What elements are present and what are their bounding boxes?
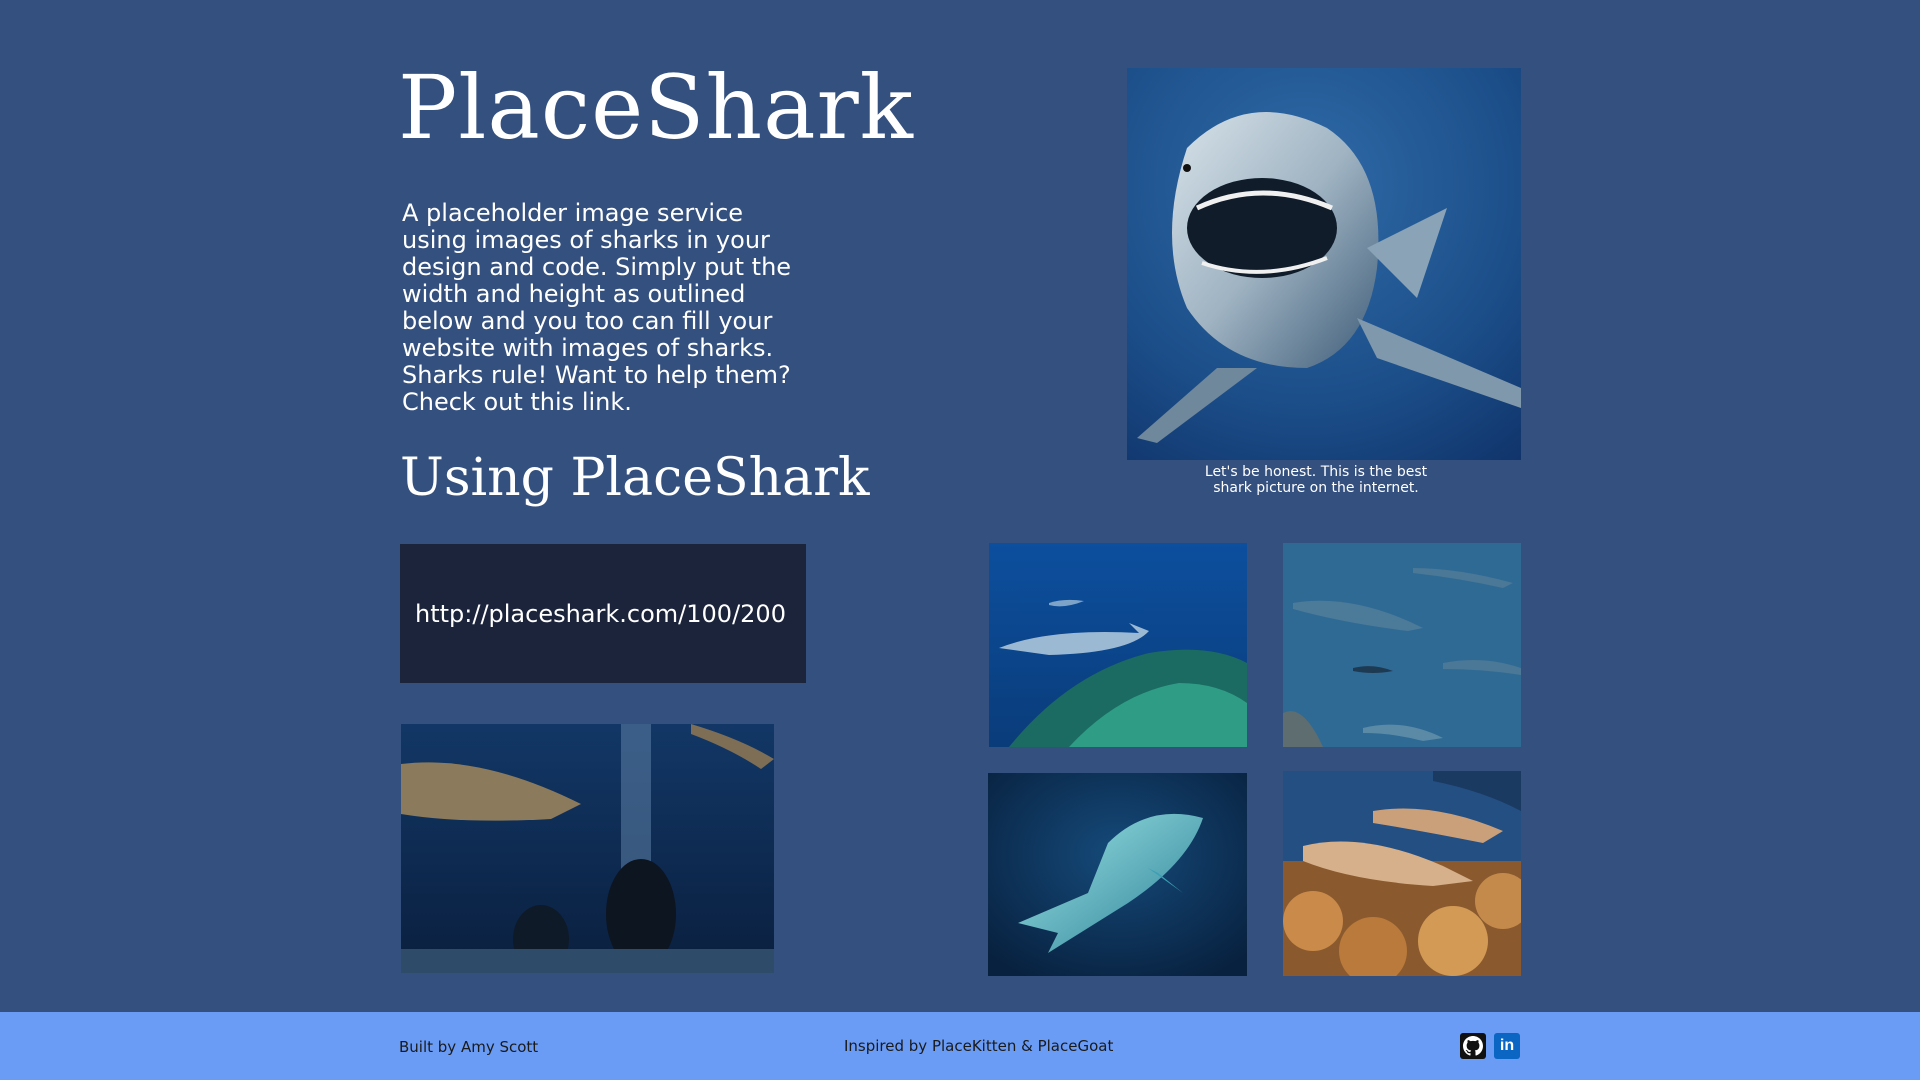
footer-social-links: in (1460, 1033, 1520, 1059)
shark-photo-hammerheads (1283, 543, 1521, 747)
footer-built-by: Built by Amy Scott (399, 1038, 539, 1056)
shark-photo-reef (989, 543, 1247, 747)
hero-caption: Let's be honest. This is the best shark … (1204, 464, 1428, 496)
intro-text: A placeholder image service using images… (402, 199, 792, 416)
shark-photo-aquarium-divers (401, 724, 774, 973)
github-icon[interactable] (1460, 1033, 1486, 1059)
footer-inspired-by: Inspired by PlaceKitten & PlaceGoat (844, 1037, 1114, 1055)
shark-photo-bull-shark (988, 773, 1247, 976)
intro-paragraph: A placeholder image service using images… (402, 200, 812, 416)
footer: Built by Amy Scott Inspired by PlaceKitt… (0, 1012, 1920, 1080)
page-title: PlaceShark (398, 56, 914, 159)
hero-shark-image (1127, 68, 1521, 460)
example-url-box: http://placeshark.com/100/200 (400, 544, 806, 683)
linkedin-icon-label: in (1499, 1037, 1515, 1054)
usage-heading: Using PlaceShark (400, 448, 870, 508)
example-url: http://placeshark.com/100/200 (415, 599, 786, 628)
linkedin-icon[interactable]: in (1494, 1033, 1520, 1059)
shark-photo-nurse-sharks (1283, 771, 1521, 976)
